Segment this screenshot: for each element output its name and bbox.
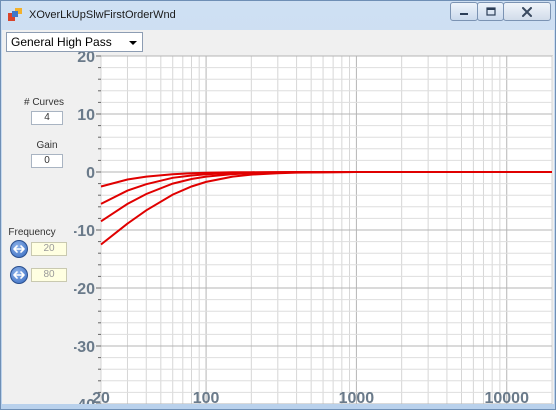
app-window: XOverLkUpSlwFirstOrderWnd General High P… xyxy=(0,0,556,410)
client-area: General High Pass # Curves 4 Gain 0 Freq… xyxy=(2,30,554,410)
filter-type-value: General High Pass xyxy=(11,35,112,49)
freq-low-button[interactable] xyxy=(10,240,28,258)
maximize-icon xyxy=(485,7,496,16)
swap-arrows-icon xyxy=(13,271,25,279)
freq-low-field[interactable]: 20 xyxy=(31,242,67,256)
x-tick-label: 10000 xyxy=(484,390,529,404)
close-icon xyxy=(522,6,532,17)
app-icon xyxy=(8,8,22,21)
freq-high-button[interactable] xyxy=(10,266,28,284)
response-chart[interactable]: 20100-10-20-30-4020100100010000 xyxy=(72,49,554,410)
y-tick-label: -20 xyxy=(74,281,95,298)
freq-high-field[interactable]: 80 xyxy=(31,268,67,282)
minimize-icon xyxy=(460,12,468,15)
swap-arrows-icon xyxy=(13,245,25,253)
curves-field[interactable]: 4 xyxy=(31,111,63,125)
title-bar[interactable]: XOverLkUpSlwFirstOrderWnd xyxy=(1,1,555,29)
window-title: XOverLkUpSlwFirstOrderWnd xyxy=(29,9,176,21)
maximize-button[interactable] xyxy=(477,2,504,21)
chevron-down-icon xyxy=(129,41,137,45)
y-tick-label: 10 xyxy=(77,107,95,124)
filter-type-dropdown[interactable]: General High Pass xyxy=(6,32,143,52)
curves-label: # Curves xyxy=(23,97,64,108)
frequency-label: Frequency xyxy=(8,227,56,238)
x-tick-label: 20 xyxy=(92,390,110,404)
gain-field[interactable]: 0 xyxy=(31,154,63,168)
x-tick-label: 1000 xyxy=(339,390,375,404)
gain-label: Gain xyxy=(36,140,58,151)
response-chart-svg: 20100-10-20-30-4020100100010000 xyxy=(72,49,553,410)
y-tick-label: -30 xyxy=(74,339,95,356)
y-tick-label: 0 xyxy=(86,165,95,182)
y-tick-label: -10 xyxy=(74,223,95,240)
y-tick-label: 20 xyxy=(77,52,95,66)
x-tick-label: 100 xyxy=(193,390,220,404)
close-button[interactable] xyxy=(503,2,551,21)
minimize-button[interactable] xyxy=(450,2,478,21)
